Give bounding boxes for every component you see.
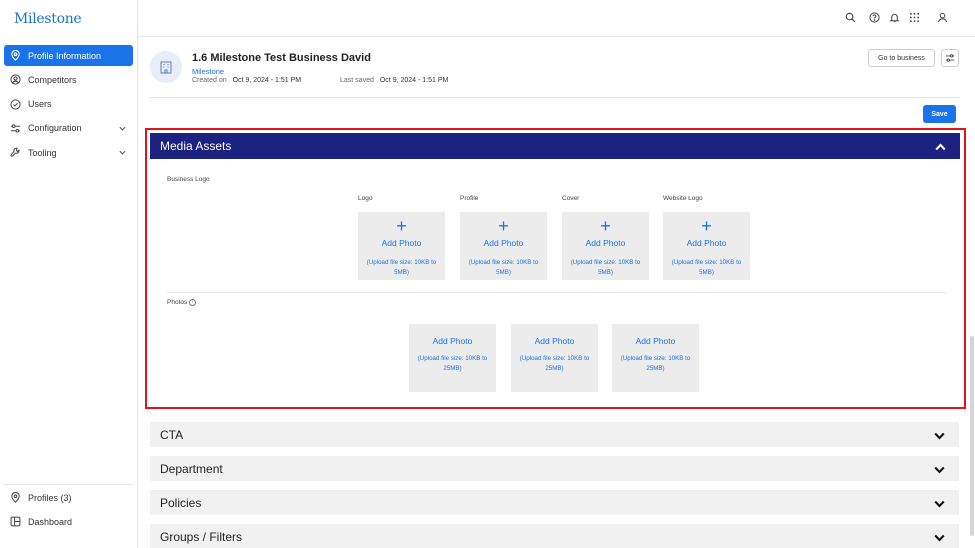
scrollbar[interactable] bbox=[970, 336, 974, 536]
section-groups-filters[interactable]: Groups / Filters bbox=[150, 524, 959, 548]
sidebar-item-label: Users bbox=[28, 99, 52, 110]
sidebar-item-profile-information[interactable]: Profile Information bbox=[4, 45, 133, 66]
business-link[interactable]: Milestone bbox=[192, 67, 224, 76]
sidebar-item-label: Competitors bbox=[28, 74, 77, 85]
sidebar-item-configuration[interactable]: Configuration bbox=[4, 118, 133, 139]
sidebar-bottom-nav: Profiles (3) Dashboard bbox=[4, 484, 133, 535]
help-icon[interactable] bbox=[869, 12, 880, 23]
section-title: Groups / Filters bbox=[160, 530, 243, 544]
business-title: 1.6 Milestone Test Business David bbox=[192, 52, 371, 64]
last-saved: Last saved Oct 9, 2024 - 1:51 PM bbox=[340, 77, 448, 84]
created-label: Created on bbox=[192, 77, 227, 84]
sliders-icon bbox=[945, 54, 955, 62]
chevron-down-icon[interactable] bbox=[934, 534, 945, 542]
sliders-icon bbox=[10, 124, 21, 133]
section-policies[interactable]: Policies bbox=[150, 490, 959, 515]
highlight-box bbox=[145, 128, 966, 409]
sidebar-item-profiles[interactable]: Profiles (3) bbox=[4, 487, 133, 508]
building-icon bbox=[160, 61, 172, 74]
created-value: Oct 9, 2024 - 1:51 PM bbox=[232, 77, 302, 84]
section-cta[interactable]: CTA bbox=[150, 422, 959, 447]
sidebar-item-label: Dashboard bbox=[28, 516, 73, 527]
bell-icon[interactable] bbox=[889, 12, 900, 23]
section-title: CTA bbox=[160, 428, 184, 442]
apps-grid-icon[interactable] bbox=[909, 12, 920, 23]
sidebar: Milestone Profile Information Competitor… bbox=[0, 0, 138, 548]
chevron-down-icon[interactable] bbox=[118, 148, 127, 157]
saved-label: Last saved bbox=[340, 77, 374, 84]
sidebar-item-tooling[interactable]: Tooling bbox=[4, 142, 133, 163]
user-icon[interactable] bbox=[937, 12, 948, 23]
section-title: Policies bbox=[160, 496, 202, 510]
section-title: Department bbox=[160, 462, 223, 476]
sidebar-item-users[interactable]: Users bbox=[4, 94, 133, 115]
header-divider bbox=[149, 97, 960, 98]
created-on: Created on Oct 9, 2024 - 1:51 PM bbox=[192, 77, 301, 84]
search-icon[interactable] bbox=[845, 12, 856, 23]
sidebar-item-dashboard[interactable]: Dashboard bbox=[4, 511, 133, 532]
user-circle-icon bbox=[10, 74, 21, 85]
sidebar-item-label: Profile Information bbox=[28, 50, 102, 61]
sidebar-nav: Profile Information Competitors Users Co… bbox=[4, 45, 133, 166]
chevron-down-icon[interactable] bbox=[118, 124, 127, 133]
business-avatar bbox=[150, 51, 182, 83]
saved-value: Oct 9, 2024 - 1:51 PM bbox=[379, 77, 449, 84]
filter-button[interactable] bbox=[941, 49, 959, 67]
go-to-business-button[interactable]: Go to business bbox=[868, 49, 935, 67]
map-pin-icon bbox=[11, 492, 20, 503]
app-logo[interactable]: Milestone bbox=[14, 11, 82, 27]
check-circle-icon bbox=[10, 99, 21, 110]
chevron-down-icon[interactable] bbox=[934, 432, 945, 440]
sidebar-item-label: Configuration bbox=[28, 123, 82, 134]
dashboard-icon bbox=[10, 516, 21, 527]
chevron-down-icon[interactable] bbox=[934, 500, 945, 508]
section-department[interactable]: Department bbox=[150, 456, 959, 481]
save-button[interactable]: Save bbox=[923, 105, 956, 123]
wrench-icon bbox=[10, 147, 20, 157]
sidebar-item-label: Tooling bbox=[28, 147, 57, 158]
map-pin-icon bbox=[11, 50, 20, 61]
sidebar-item-label: Profiles (3) bbox=[28, 492, 72, 503]
sidebar-item-competitors[interactable]: Competitors bbox=[4, 69, 133, 90]
chevron-down-icon[interactable] bbox=[934, 466, 945, 474]
